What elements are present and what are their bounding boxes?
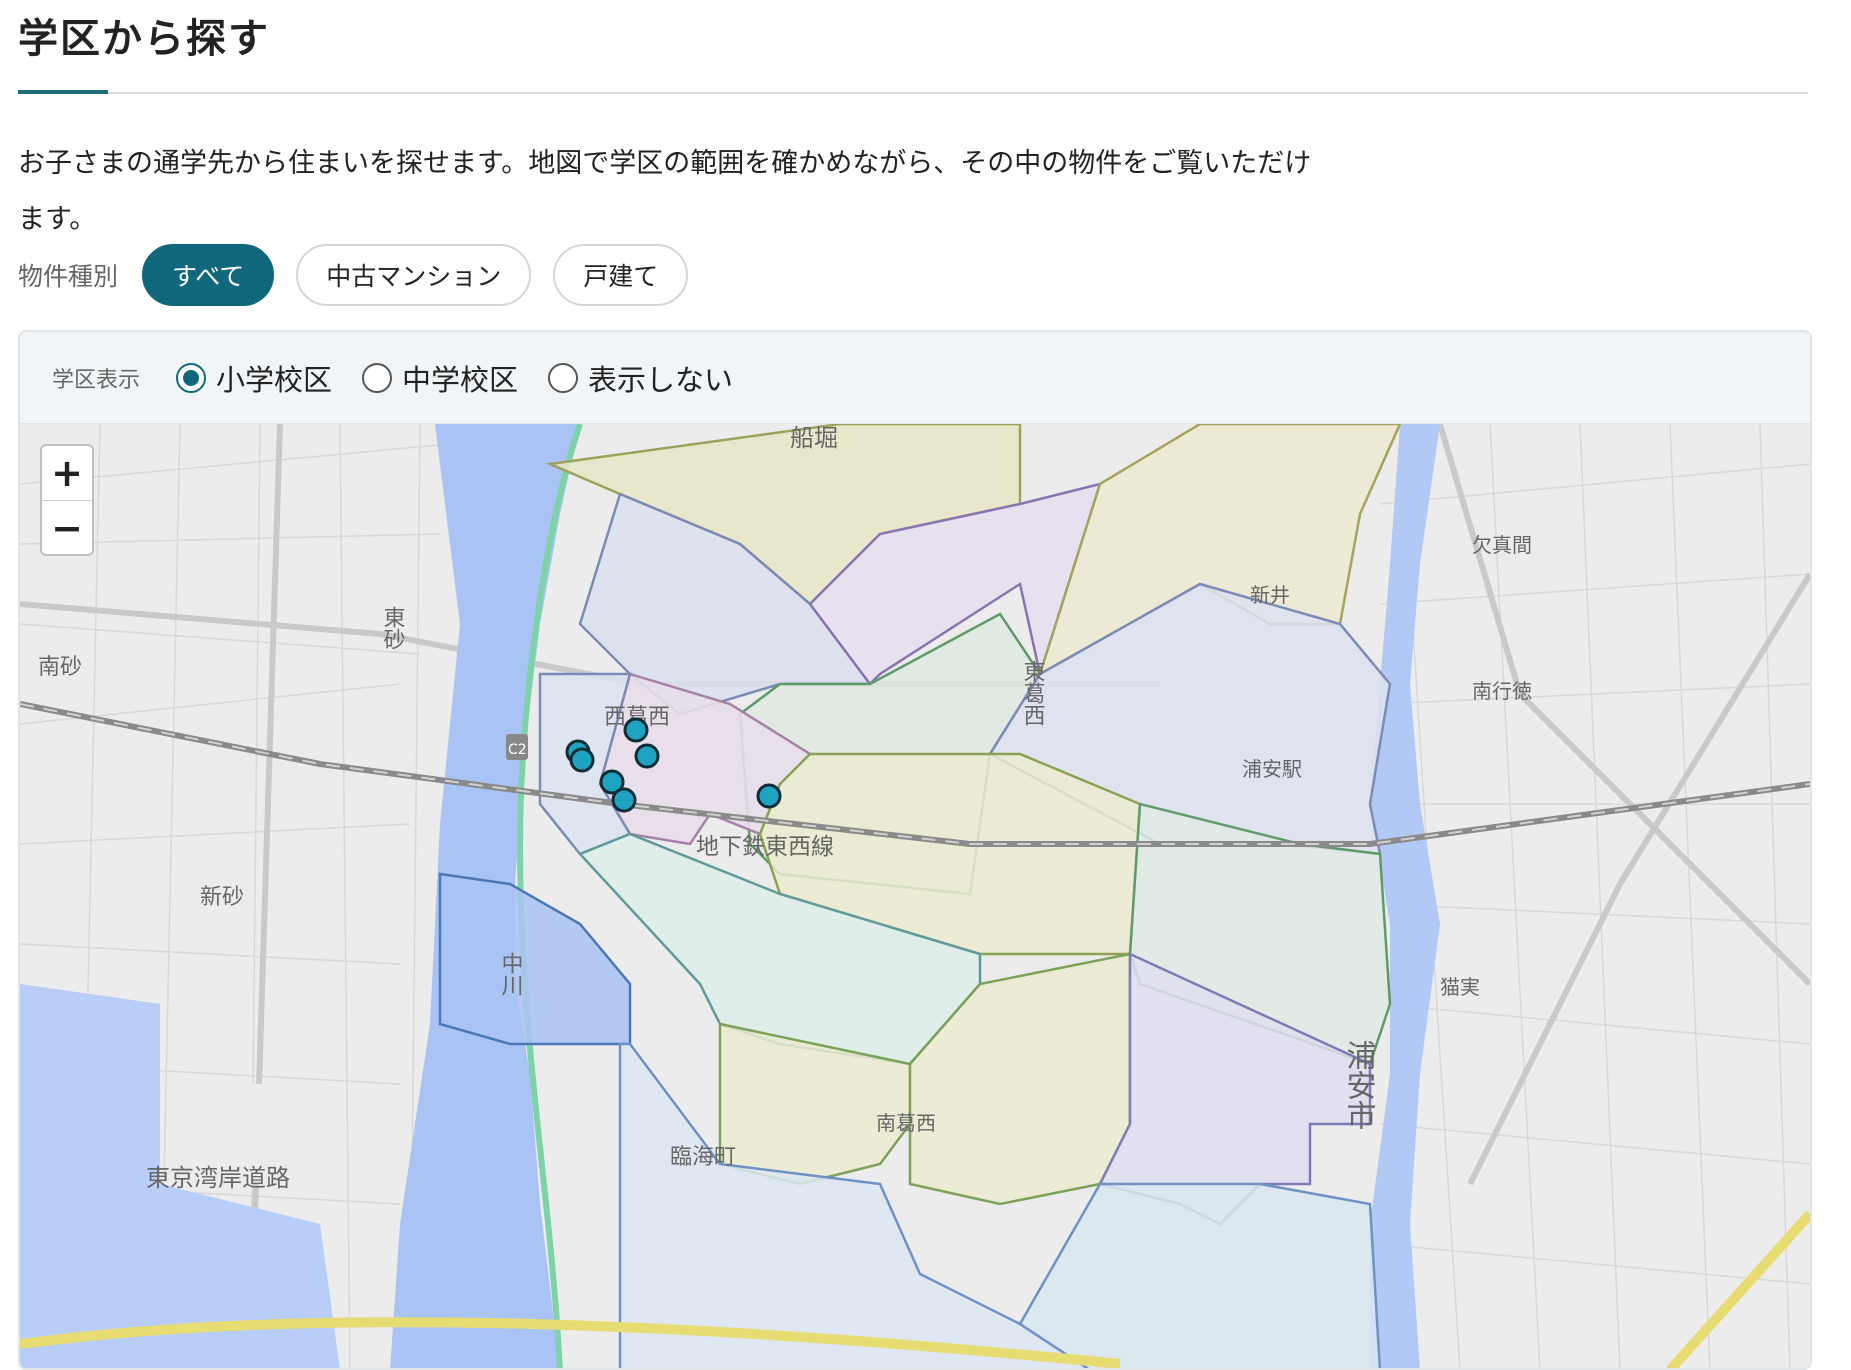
title-accent-bar — [18, 90, 108, 94]
radio-button-checked[interactable] — [176, 362, 207, 393]
zoom-control: + − — [40, 444, 94, 556]
label-urayasu-city: 浦安市 — [1341, 1040, 1376, 1130]
property-marker[interactable] — [756, 783, 782, 809]
radio-hide-zone[interactable]: 表示しない — [548, 357, 733, 399]
map-card: 学区表示 小学校区 中学校区 表示しない 船堀 東砂 南砂 西葛西 東葛西 新砂… — [18, 330, 1812, 1370]
zoom-out-button[interactable]: − — [42, 500, 92, 555]
label-funabori: 船堀 — [790, 424, 838, 452]
page-description: お子さまの通学先から住まいを探せます。地図で学区の範囲を確かめながら、その中の物… — [18, 148, 1312, 235]
label-nakagawa: 中川 — [498, 952, 524, 996]
zoom-in-button[interactable]: + — [42, 446, 92, 500]
radio-label-elementary: 小学校区 — [216, 362, 333, 397]
label-nekozane: 猫実 — [1440, 975, 1480, 999]
label-urayasu-station: 浦安駅 — [1242, 757, 1302, 781]
label-minamisuna: 南砂 — [38, 655, 82, 680]
label-minamigyotoku: 南行徳 — [1472, 679, 1532, 703]
label-kyumama: 欠真間 — [1472, 533, 1532, 557]
radio-button[interactable] — [548, 362, 579, 393]
label-rinkai: 臨海町 — [670, 1145, 736, 1170]
school-zone-selector: 学区表示 小学校区 中学校区 表示しない — [20, 332, 1810, 424]
property-marker[interactable] — [569, 747, 595, 773]
filter-house-button[interactable]: 戸建て — [553, 244, 689, 306]
label-minamikasai: 南葛西 — [876, 1111, 936, 1135]
label-wangan: 東京湾岸道路 — [146, 1164, 290, 1192]
label-higashisuna: 東砂 — [380, 606, 406, 650]
filter-all-button[interactable]: すべて — [142, 244, 275, 306]
radio-label-junior-high: 中学校区 — [402, 362, 519, 397]
radio-label-hide: 表示しない — [588, 362, 734, 397]
radio-junior-high-zone[interactable]: 中学校区 — [362, 357, 518, 399]
property-type-label: 物件種別 — [18, 262, 119, 291]
radio-button[interactable] — [362, 362, 393, 393]
school-zone-label: 学区表示 — [52, 367, 141, 393]
map-canvas[interactable]: 船堀 東砂 南砂 西葛西 東葛西 新砂 中川 地下鉄東西線 臨海町 南葛西 東京… — [20, 424, 1810, 1370]
property-marker[interactable] — [634, 743, 660, 769]
property-marker[interactable] — [623, 717, 649, 743]
label-c2: C2 — [508, 742, 527, 758]
filter-used-mansion-button[interactable]: 中古マンション — [296, 244, 532, 306]
label-higashikasai: 東葛西 — [1020, 660, 1046, 726]
title-divider — [18, 92, 1808, 94]
property-type-filter: 物件種別 すべて 中古マンション 戸建て — [18, 242, 710, 308]
label-tozai-line: 地下鉄東西線 — [696, 834, 834, 860]
page-title: 学区から探す — [18, 16, 270, 62]
property-marker[interactable] — [611, 787, 637, 813]
school-zone-map[interactable]: 船堀 東砂 南砂 西葛西 東葛西 新砂 中川 地下鉄東西線 臨海町 南葛西 東京… — [20, 424, 1810, 1370]
label-shinsuna: 新砂 — [200, 885, 244, 910]
radio-elementary-zone[interactable]: 小学校区 — [176, 357, 332, 399]
label-arai: 新井 — [1250, 583, 1290, 607]
